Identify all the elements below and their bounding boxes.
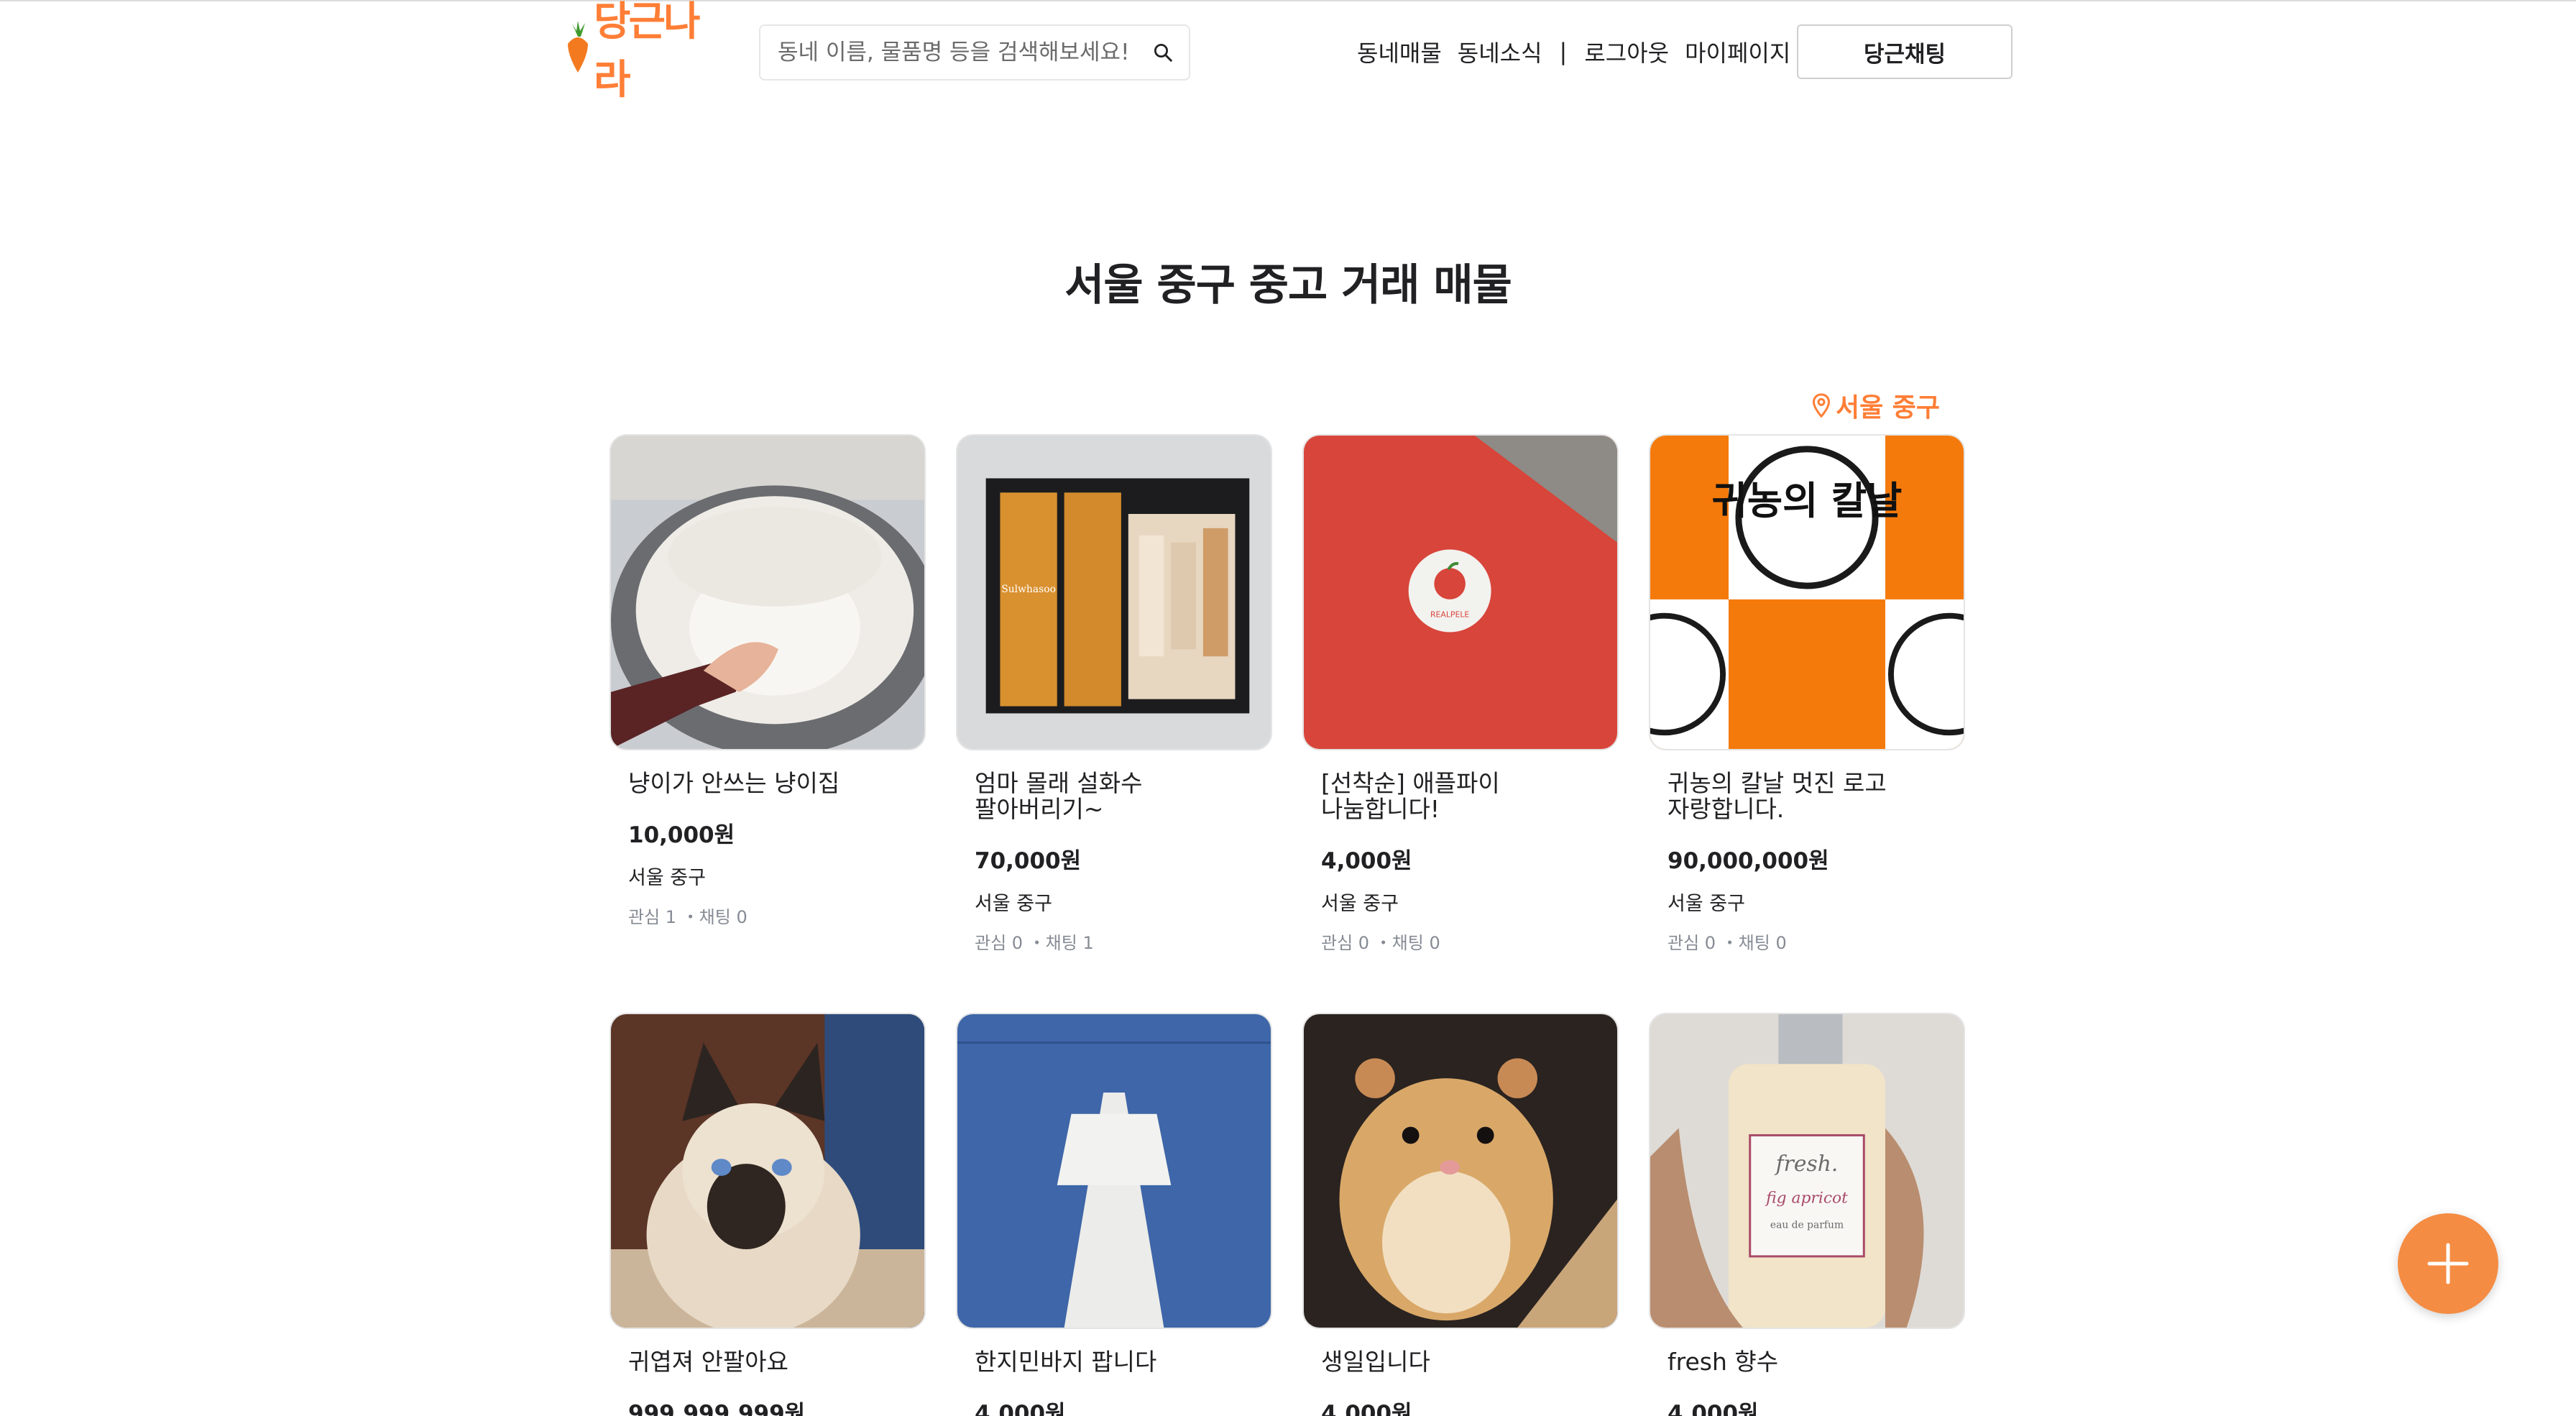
product-stats: 관심 0 ・채팅 1 [975,933,1094,953]
product-price: 70,000원 [975,848,1082,874]
product-image[interactable] [956,1013,1272,1329]
perfume-brand: fresh. [1775,1151,1839,1177]
sulwhasoo-label: Sulwhasoo [1001,584,1056,595]
product-title[interactable]: 냥이가 안쓰는 냥이집 [628,771,907,796]
product-card[interactable]: fresh. fig apricot eau de parfum fresh 향… [1649,1013,1965,1416]
product-image[interactable] [610,434,926,750]
farm-logo-image-icon: 귀농의 칼날 [1650,436,1964,749]
product-image[interactable] [610,1013,926,1329]
nav-logout[interactable]: 로그아웃 [1584,35,1669,68]
search-icon[interactable] [1140,29,1186,75]
product-price: 90,000,000원 [1668,848,1829,874]
product-stats: 관심 0 ・채팅 0 [1321,933,1440,953]
product-image[interactable]: REALPELE [1302,434,1619,750]
product-title[interactable]: 엄마 몰래 설화수 팔아버리기~ [975,771,1254,822]
cat-bed-photo-icon [611,436,924,749]
map-pin-icon [1812,393,1831,418]
product-title[interactable]: 생일입니다 [1321,1349,1600,1375]
product-card[interactable]: 냥이가 안쓰는 냥이집 10,000원 서울 중구 관심 1 ・채팅 0 [610,434,926,954]
nav-local-news[interactable]: 동네소식 [1458,35,1542,68]
product-price: 4,000원 [1321,1401,1412,1416]
product-image[interactable]: 귀농의 칼날 [1649,434,1965,750]
product-card[interactable]: 귀엽져 안팔아요 999,999,999원 [610,1013,926,1416]
product-price: 4,000원 [1321,848,1412,874]
plus-icon [2427,1243,2469,1284]
search-bar [759,24,1190,81]
box-label: REALPELE [1430,610,1469,620]
nav-local-listings[interactable]: 동네매물 [1357,35,1442,68]
hamster-photo-icon [1304,1014,1617,1328]
product-region: 서울 중구 [628,867,706,889]
product-title[interactable]: 귀엽져 안팔아요 [628,1349,907,1375]
product-card[interactable]: Sulwhasoo 엄마 몰래 설화수 팔아버리기~ 70,000원 서울 중구… [956,434,1272,954]
product-image[interactable]: fresh. fig apricot eau de parfum [1649,1013,1965,1329]
logo-text-main: 귀농의 칼날 [1712,478,1903,523]
product-image[interactable]: Sulwhasoo [956,434,1272,750]
product-region: 서울 중구 [975,893,1052,915]
red-box-photo-icon: REALPELE [1304,436,1617,749]
jeans-photo-icon [957,1014,1271,1328]
location-label: 서울 중구 [1836,393,1941,423]
cosmetics-box-photo-icon: Sulwhasoo [957,436,1271,749]
product-title[interactable]: 한지민바지 팝니다 [975,1349,1254,1375]
product-card[interactable]: 귀농의 칼날 귀농의 칼날 멋진 로고 자랑합니다. 90,000,000원 서… [1649,434,1965,954]
nav-separator: | [1559,38,1568,65]
siamese-cat-photo-icon [611,1014,924,1328]
product-title[interactable]: 귀농의 칼날 멋진 로고 자랑합니다. [1668,771,1946,822]
page-title: 서울 중구 중고 거래 매물 [1064,260,1512,311]
product-card[interactable]: 한지민바지 팝니다 4,000원 [956,1013,1272,1416]
perfume-name: fig apricot [1765,1190,1848,1208]
carrot-chat-button[interactable]: 당근채팅 [1797,24,2012,79]
product-price: 10,000원 [628,822,735,848]
product-region: 서울 중구 [1668,893,1745,915]
product-title[interactable]: fresh 향수 [1668,1349,1946,1375]
product-price: 4,000원 [1668,1401,1759,1416]
search-input[interactable] [760,26,1140,79]
product-price: 999,999,999원 [628,1401,806,1416]
product-card[interactable]: 생일입니다 4,000원 [1302,1013,1619,1416]
nav-mypage[interactable]: 마이페이지 [1685,35,1790,68]
product-stats: 관심 1 ・채팅 0 [628,907,748,927]
logo-text: 당근나라 [594,0,701,104]
product-image[interactable] [1302,1013,1619,1329]
site-header: 당근나라 동네매물 동네소식 | 로그아웃 마이페이지 당근채팅 [0,0,2576,104]
product-card[interactable]: REALPELE [선착순] 애플파이 나눔합니다! 4,000원 서울 중구 … [1302,434,1619,954]
product-region: 서울 중구 [1321,893,1399,915]
perfume-type: eau de parfum [1770,1219,1844,1231]
product-grid: 냥이가 안쓰는 냥이집 10,000원 서울 중구 관심 1 ・채팅 0 Sul… [610,434,1966,1416]
product-stats: 관심 0 ・채팅 0 [1668,933,1787,953]
location-filter[interactable]: 서울 중구 [1811,385,1940,426]
add-product-button[interactable] [2398,1213,2498,1314]
logo[interactable]: 당근나라 [564,0,733,104]
perfume-photo-icon: fresh. fig apricot eau de parfum [1650,1014,1964,1328]
carrot-logo-icon [568,21,588,73]
product-title[interactable]: [선착순] 애플파이 나눔합니다! [1321,771,1600,822]
top-nav: 동네매물 동네소식 | 로그아웃 마이페이지 [1357,35,1790,69]
product-price: 4,000원 [975,1401,1066,1416]
